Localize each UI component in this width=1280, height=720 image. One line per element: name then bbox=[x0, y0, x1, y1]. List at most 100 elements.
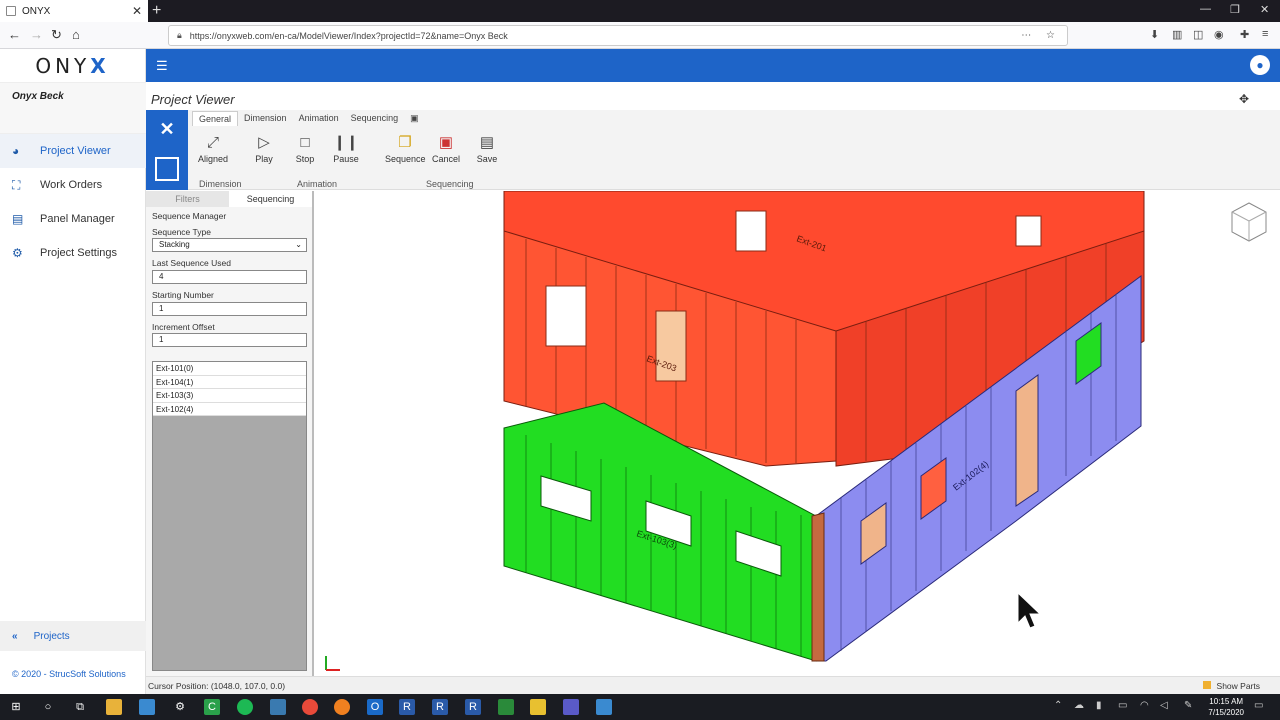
mouse-pointer-icon bbox=[1017, 591, 1042, 629]
projects-link[interactable]: « Projects bbox=[0, 621, 146, 651]
sidebar-item-project-viewer[interactable]: ◕ Project Viewer bbox=[0, 134, 146, 168]
increment-offset-input[interactable]: 1 bbox=[152, 333, 307, 347]
page-title: Project Viewer bbox=[151, 92, 235, 107]
app-icon[interactable] bbox=[498, 699, 514, 715]
sequence-button[interactable]: ❐ Sequence bbox=[385, 132, 426, 164]
aligned-button[interactable]: ⤢ Aligned bbox=[193, 132, 233, 164]
revit-icon[interactable]: R bbox=[399, 699, 415, 715]
sidebar-item-work-orders[interactable]: ⛶ Work Orders bbox=[0, 168, 146, 202]
sidebar-item-label: Project Settings bbox=[40, 247, 118, 259]
chrome-icon[interactable] bbox=[302, 699, 318, 715]
reload-icon[interactable]: ↻ bbox=[51, 27, 62, 43]
app-icon[interactable] bbox=[270, 699, 286, 715]
pen-icon[interactable]: ✎ bbox=[1184, 700, 1192, 711]
revit-icon[interactable]: R bbox=[465, 699, 481, 715]
show-parts-button[interactable]: Show Parts bbox=[1202, 677, 1260, 695]
cancel-icon: ▣ bbox=[438, 134, 454, 151]
home-icon[interactable]: ⌂ bbox=[72, 27, 80, 42]
document-icon: ▤ bbox=[12, 212, 24, 226]
sidebar-toggle-icon[interactable]: ◫ bbox=[1193, 28, 1203, 41]
extensions-icon[interactable]: ✚ bbox=[1240, 28, 1249, 41]
wifi-icon[interactable]: ◠ bbox=[1140, 700, 1149, 711]
settings-icon[interactable]: ⚙ bbox=[172, 699, 188, 715]
firefox-icon[interactable] bbox=[334, 699, 350, 715]
list-item[interactable]: Ext-101(0) bbox=[153, 362, 306, 376]
teams-icon[interactable] bbox=[563, 699, 579, 715]
model-viewport[interactable]: Ext-203 Ext-201 Ext-103(3) Ext-102(4) bbox=[316, 191, 1280, 676]
sequence-list: Ext-101(0) Ext-104(1) Ext-103(3) Ext-102… bbox=[152, 361, 307, 671]
chevron-up-icon[interactable]: ⌃ bbox=[1054, 700, 1062, 711]
last-sequence-label: Last Sequence Used bbox=[152, 258, 231, 268]
microphone-icon[interactable]: ▮ bbox=[1096, 700, 1102, 711]
account-icon[interactable]: ◉ bbox=[1214, 28, 1224, 41]
task-view-icon[interactable]: ⧉ bbox=[72, 699, 88, 715]
pause-icon: ❙❙ bbox=[333, 134, 359, 151]
stop-button[interactable]: □ Stop bbox=[285, 132, 325, 164]
browser-nav-bar: ← → ↻ ⌂ 🔒︎ https://onyxweb.com/en-ca/Mod… bbox=[0, 22, 1280, 49]
projects-label: Projects bbox=[33, 630, 70, 642]
file-explorer-icon[interactable] bbox=[106, 699, 122, 715]
search-icon[interactable]: ○ bbox=[40, 699, 56, 715]
app-icon[interactable] bbox=[596, 699, 612, 715]
restore-icon[interactable]: ❐ bbox=[1230, 3, 1240, 16]
browser-tab[interactable]: ONYX ✕ bbox=[0, 0, 148, 22]
cancel-button[interactable]: ▣ Cancel bbox=[426, 132, 466, 164]
tab-sequencing[interactable]: Sequencing bbox=[345, 111, 405, 126]
list-item[interactable]: Ext-102(4) bbox=[153, 402, 306, 416]
onedrive-icon[interactable]: ☁ bbox=[1074, 700, 1084, 711]
tab-dimension[interactable]: Dimension bbox=[238, 111, 293, 126]
notifications-icon[interactable]: ▭ bbox=[1254, 700, 1263, 711]
save-button[interactable]: ▤ Save bbox=[467, 132, 507, 164]
pause-button[interactable]: ❙❙ Pause bbox=[326, 132, 366, 164]
forward-icon[interactable]: → bbox=[30, 27, 43, 42]
back-icon[interactable]: ← bbox=[8, 27, 21, 42]
hamburger-menu-icon[interactable]: ☰ bbox=[156, 58, 168, 74]
starting-number-input[interactable]: 1 bbox=[152, 302, 307, 316]
tab-animation[interactable]: Animation bbox=[293, 111, 345, 126]
windows-start-icon[interactable]: ⊞ bbox=[8, 699, 24, 715]
library-icon[interactable]: ▥ bbox=[1172, 28, 1182, 41]
sidebar-item-panel-manager[interactable]: ▤ Panel Manager bbox=[0, 202, 146, 236]
onyx-square-icon bbox=[155, 157, 179, 182]
minimize-icon[interactable]: — bbox=[1200, 3, 1211, 15]
battery-icon[interactable]: ▭ bbox=[1118, 700, 1127, 711]
onyx-x-icon: ✕ bbox=[159, 118, 175, 139]
tab-title: ONYX bbox=[22, 5, 51, 17]
group-dimension-label: Dimension bbox=[199, 179, 242, 189]
play-button[interactable]: ▷ Play bbox=[244, 132, 284, 164]
sequence-type-value: Stacking bbox=[159, 240, 190, 249]
list-item[interactable]: Ext-104(1) bbox=[153, 375, 306, 389]
tab-general[interactable]: General bbox=[192, 111, 239, 126]
sequence-manager-title: Sequence Manager bbox=[152, 211, 227, 221]
clock[interactable]: 10:15 AM 7/15/2020 bbox=[1208, 696, 1244, 718]
sequence-type-select[interactable]: Stacking ⌄ bbox=[152, 238, 307, 252]
menu-icon[interactable]: ≡ bbox=[1262, 28, 1268, 40]
tab-filters[interactable]: Filters bbox=[146, 191, 229, 207]
app-icon[interactable] bbox=[139, 699, 155, 715]
move-icon[interactable]: ✥ bbox=[1239, 92, 1249, 106]
window-opening bbox=[735, 210, 767, 252]
camtasia-icon[interactable]: C bbox=[204, 699, 220, 715]
close-tab-icon[interactable]: ✕ bbox=[132, 4, 142, 18]
revit-icon[interactable]: R bbox=[432, 699, 448, 715]
last-sequence-input[interactable]: 4 bbox=[152, 270, 307, 284]
view-cube[interactable] bbox=[1228, 201, 1270, 243]
outlook-icon[interactable]: O bbox=[367, 699, 383, 715]
app-icon[interactable] bbox=[530, 699, 546, 715]
page-actions-icon[interactable]: ⋯ ☆ bbox=[1021, 30, 1061, 41]
download-icon[interactable]: ⬇ bbox=[1150, 28, 1159, 41]
list-item[interactable]: Ext-103(3) bbox=[153, 389, 306, 403]
user-avatar-icon[interactable]: ● bbox=[1250, 55, 1270, 75]
window-opening bbox=[545, 285, 587, 347]
spotify-icon[interactable] bbox=[237, 699, 253, 715]
palette-icon: ◕ bbox=[12, 144, 20, 158]
tab-sequencing-panel[interactable]: Sequencing bbox=[229, 191, 312, 207]
floppy-save-icon[interactable]: ▣ bbox=[404, 111, 425, 126]
volume-icon[interactable]: ◁ bbox=[1160, 700, 1168, 711]
new-tab-icon[interactable]: + bbox=[152, 2, 161, 20]
page-icon bbox=[6, 6, 16, 16]
sidebar-item-project-settings[interactable]: ⚙ Project Settings bbox=[0, 236, 146, 270]
url-bar[interactable]: 🔒︎ https://onyxweb.com/en-ca/ModelViewer… bbox=[168, 25, 1068, 46]
onyx-logo[interactable]: ONY X bbox=[0, 49, 145, 82]
close-window-icon[interactable]: ✕ bbox=[1260, 3, 1269, 16]
